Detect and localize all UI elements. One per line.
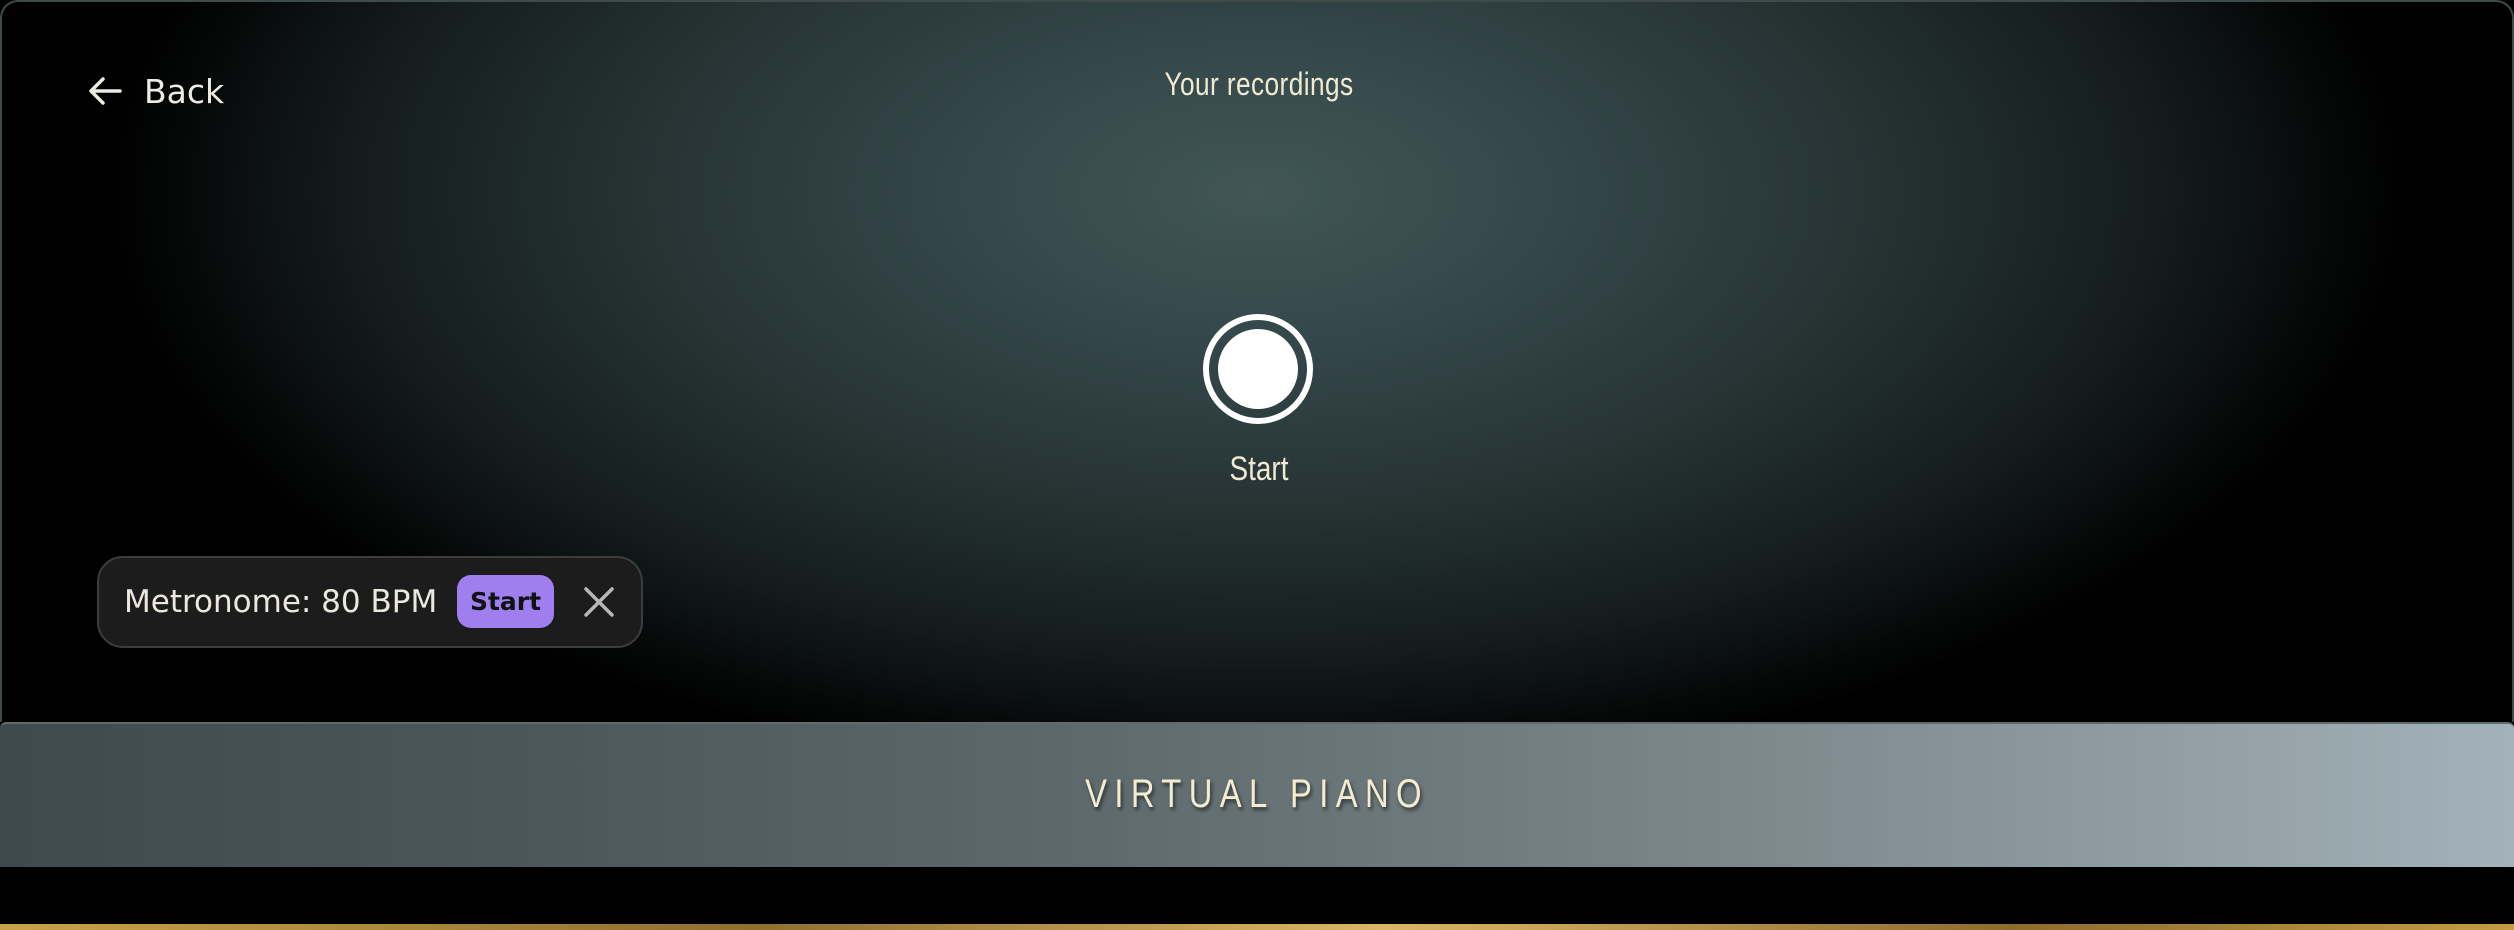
metronome-label: Metronome: 80 BPM	[124, 584, 438, 620]
piano-gold-edge	[0, 924, 2514, 930]
recordings-panel: Back Your recordings Start Metronome: 80…	[0, 0, 2514, 722]
record-start-label: Start	[1229, 450, 1289, 488]
record-circle-icon	[1218, 329, 1298, 409]
record-start-button[interactable]	[1203, 314, 1313, 424]
page-title: Your recordings	[1164, 66, 1354, 102]
metronome-widget: Metronome: 80 BPM Start	[97, 556, 643, 648]
close-icon[interactable]	[581, 584, 617, 620]
bottom-strip	[0, 867, 2514, 924]
metronome-start-button[interactable]: Start	[457, 575, 554, 628]
back-button[interactable]: Back	[88, 68, 224, 114]
app-window: Back Your recordings Start Metronome: 80…	[0, 0, 2514, 930]
arrow-left-icon	[88, 76, 122, 106]
virtual-piano-banner: VIRTUAL PIANO	[0, 722, 2514, 867]
banner-title: VIRTUAL PIANO	[1085, 772, 1429, 816]
back-label: Back	[144, 71, 225, 111]
